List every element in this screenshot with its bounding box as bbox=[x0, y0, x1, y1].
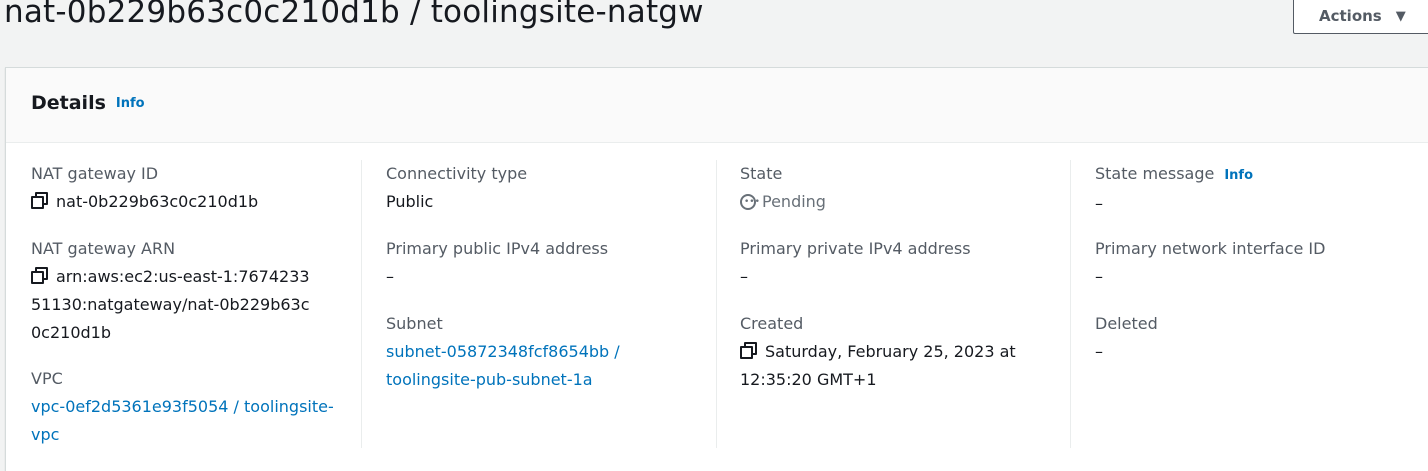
deleted-value: – bbox=[1095, 342, 1103, 361]
primary-private-ipv4-value: – bbox=[740, 267, 748, 286]
primary-network-interface-field: Primary network interface ID – bbox=[1095, 235, 1415, 291]
state-value: Pending bbox=[762, 192, 826, 211]
details-column-2: Connectivity type Public Primary public … bbox=[386, 160, 717, 448]
details-column-3: State ••• Pending Primary private IPv4 ad… bbox=[740, 160, 1071, 448]
page-title: nat-0b229b63c0c210d1b / toolingsite-natg… bbox=[4, 0, 704, 30]
pending-icon: ••• bbox=[740, 194, 760, 210]
vpc-value-row: vpc-0ef2d5361e93f5054 / toolingsite-vpc bbox=[31, 393, 346, 449]
primary-private-ipv4-label: Primary private IPv4 address bbox=[740, 239, 971, 258]
details-info-link[interactable]: Info bbox=[116, 96, 145, 111]
nat-gateway-arn-value-row: arn:aws:ec2:us-east-1:767423351130:natga… bbox=[31, 263, 316, 347]
subnet-label: Subnet bbox=[386, 314, 443, 333]
primary-public-ipv4-label: Primary public IPv4 address bbox=[386, 239, 609, 258]
primary-public-ipv4-field: Primary public IPv4 address – bbox=[386, 235, 706, 291]
copy-icon[interactable] bbox=[740, 342, 757, 359]
primary-public-ipv4-value: – bbox=[386, 267, 394, 286]
state-message-label: State message bbox=[1095, 164, 1215, 183]
caret-down-icon: ▼ bbox=[1395, 8, 1406, 24]
connectivity-type-label: Connectivity type bbox=[386, 164, 528, 183]
details-column-4: State message Info – Primary network inte… bbox=[1095, 160, 1425, 448]
primary-network-interface-value: – bbox=[1095, 267, 1103, 286]
vpc-link[interactable]: vpc-0ef2d5361e93f5054 / toolingsite-vpc bbox=[31, 397, 334, 444]
nat-gateway-id-label: NAT gateway ID bbox=[31, 164, 159, 183]
actions-dropdown-button[interactable]: Actions ▼ bbox=[1293, 0, 1428, 34]
created-field: Created Saturday, February 25, 2023 at 1… bbox=[740, 310, 1060, 394]
connectivity-type-field: Connectivity type Public bbox=[386, 160, 706, 216]
state-field: State ••• Pending bbox=[740, 160, 1060, 216]
state-message-info-link[interactable]: Info bbox=[1224, 168, 1253, 183]
created-value-row: Saturday, February 25, 2023 at 12:35:20 … bbox=[740, 338, 1025, 394]
connectivity-type-value: Public bbox=[386, 192, 434, 211]
state-message-value: – bbox=[1095, 194, 1103, 213]
primary-network-interface-label: Primary network interface ID bbox=[1095, 239, 1326, 258]
state-message-field: State message Info – bbox=[1095, 160, 1415, 218]
subnet-value-row: subnet-05872348fcf8654bb / toolingsite-p… bbox=[386, 338, 646, 394]
vpc-field: VPC vpc-0ef2d5361e93f5054 / toolingsite-… bbox=[31, 365, 351, 449]
state-label: State bbox=[740, 164, 783, 183]
subnet-link[interactable]: subnet-05872348fcf8654bb / toolingsite-p… bbox=[386, 342, 620, 389]
nat-gateway-arn-field: NAT gateway ARN arn:aws:ec2:us-east-1:76… bbox=[31, 235, 321, 347]
state-message-label-row: State message Info bbox=[1095, 160, 1415, 190]
nat-gateway-id-value: nat-0b229b63c0c210d1b bbox=[56, 192, 259, 211]
vpc-label: VPC bbox=[31, 369, 63, 388]
state-value-row: ••• Pending bbox=[740, 188, 1060, 216]
nat-gateway-arn-value: arn:aws:ec2:us-east-1:767423351130:natga… bbox=[31, 267, 310, 342]
copy-icon[interactable] bbox=[31, 192, 48, 209]
details-panel-header: Details Info bbox=[6, 68, 1428, 143]
deleted-field: Deleted – bbox=[1095, 310, 1415, 366]
nat-gateway-arn-label: NAT gateway ARN bbox=[31, 239, 176, 258]
details-heading-text: Details bbox=[31, 92, 106, 114]
details-panel: Details Info NAT gateway ID nat-0b229b63c… bbox=[5, 67, 1428, 471]
deleted-label: Deleted bbox=[1095, 314, 1158, 333]
copy-icon[interactable] bbox=[31, 267, 48, 284]
primary-private-ipv4-field: Primary private IPv4 address – bbox=[740, 235, 1060, 291]
details-heading: Details Info bbox=[31, 92, 145, 114]
nat-gateway-id-field: NAT gateway ID nat-0b229b63c0c210d1b bbox=[31, 160, 351, 216]
details-column-1: NAT gateway ID nat-0b229b63c0c210d1b NAT… bbox=[31, 160, 362, 448]
nat-gateway-detail-page: nat-0b229b63c0c210d1b / toolingsite-natg… bbox=[0, 0, 1428, 471]
actions-button-label: Actions bbox=[1319, 7, 1382, 25]
created-label: Created bbox=[740, 314, 804, 333]
nat-gateway-id-value-row: nat-0b229b63c0c210d1b bbox=[31, 188, 351, 216]
subnet-field: Subnet subnet-05872348fcf8654bb / toolin… bbox=[386, 310, 706, 394]
created-value: Saturday, February 25, 2023 at 12:35:20 … bbox=[740, 342, 1016, 389]
